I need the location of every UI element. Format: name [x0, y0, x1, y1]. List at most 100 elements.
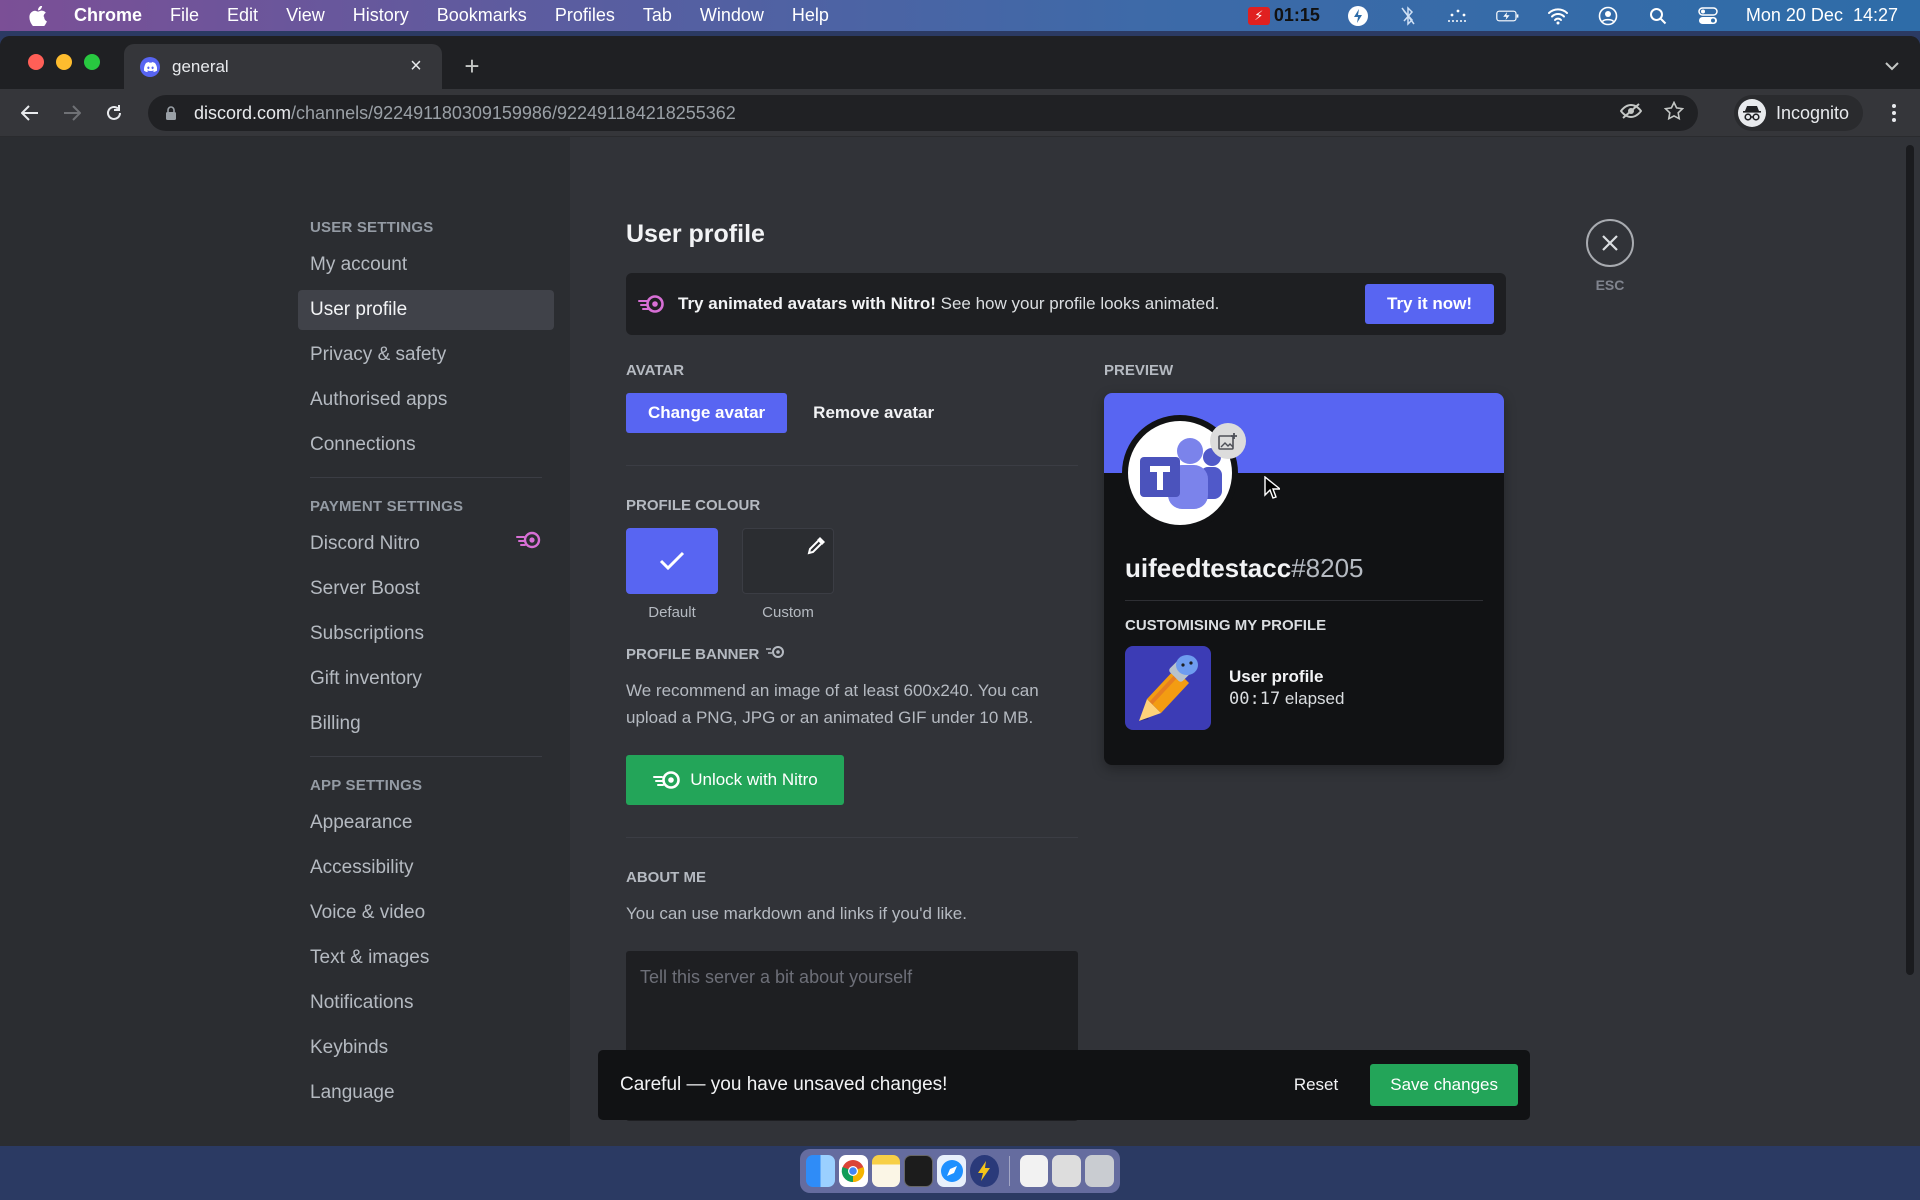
- page-scrollbar[interactable]: [1906, 145, 1914, 975]
- menu-file[interactable]: File: [170, 5, 199, 26]
- screenshot-thumbnail-icon[interactable]: [1052, 1155, 1082, 1187]
- sidebar-item-user-profile[interactable]: User profile: [298, 290, 554, 330]
- wifi-icon[interactable]: [1546, 5, 1570, 27]
- sidebar-item-notifications[interactable]: Notifications: [298, 983, 554, 1023]
- sidebar-item-accessibility[interactable]: Accessibility: [298, 848, 554, 888]
- document-icon[interactable]: [1019, 1155, 1049, 1187]
- elapsed-suffix: elapsed: [1280, 689, 1345, 708]
- nitro-upsell-banner: Try animated avatars with Nitro! See how…: [626, 273, 1506, 335]
- bluetooth-off-icon[interactable]: [1396, 5, 1420, 27]
- swatch-custom[interactable]: [742, 528, 834, 594]
- sidebar-item-server-boost[interactable]: Server Boost: [298, 569, 554, 609]
- menu-window[interactable]: Window: [700, 5, 764, 26]
- reload-button[interactable]: [96, 95, 132, 131]
- safari-icon[interactable]: [937, 1155, 966, 1187]
- menu-tab[interactable]: Tab: [643, 5, 672, 26]
- close-window-button[interactable]: [28, 54, 44, 70]
- sidebar-item-my-account[interactable]: My account: [298, 245, 554, 285]
- address-bar[interactable]: discord.com/channels/922491180309159986/…: [148, 95, 1698, 131]
- clock-datetime[interactable]: Mon 20 Dec 14:27: [1746, 5, 1898, 26]
- close-settings: ESC: [1586, 219, 1634, 293]
- sidebar-item-authorised-apps[interactable]: Authorised apps: [298, 380, 554, 420]
- swatch-default-label: Default: [648, 604, 696, 621]
- sidebar-item-label: My account: [310, 254, 408, 275]
- activity-elapsed: 00:17 elapsed: [1229, 689, 1344, 709]
- sidebar-item-keybinds[interactable]: Keybinds: [298, 1028, 554, 1068]
- terminal-icon[interactable]: [904, 1155, 934, 1187]
- sidebar-item-language[interactable]: Language: [298, 1073, 554, 1113]
- sidebar-item-appearance[interactable]: Appearance: [298, 803, 554, 843]
- menu-help[interactable]: Help: [792, 5, 829, 26]
- avatar-label: AVATAR: [626, 362, 685, 379]
- sidebar-item-billing[interactable]: Billing: [298, 704, 554, 744]
- discord-settings-page: USER SETTINGS My account User profile Pr…: [0, 137, 1920, 1146]
- bookmark-star-icon[interactable]: [1663, 100, 1685, 126]
- activity-item: User profile 00:17 elapsed: [1125, 646, 1483, 730]
- sidebar-item-connections[interactable]: Connections: [298, 425, 554, 465]
- chrome-icon[interactable]: [838, 1155, 868, 1187]
- unlock-with-nitro-label: Unlock with Nitro: [690, 770, 818, 789]
- trash-icon[interactable]: [1085, 1155, 1114, 1187]
- sidebar-item-label: Connections: [310, 434, 416, 455]
- nitro-icon: [653, 771, 681, 789]
- sidebar-item-subscriptions[interactable]: Subscriptions: [298, 614, 554, 654]
- menu-view[interactable]: View: [286, 5, 325, 26]
- maximize-window-button[interactable]: [84, 54, 100, 70]
- sidebar-item-gift-inventory[interactable]: Gift inventory: [298, 659, 554, 699]
- unlock-with-nitro-button[interactable]: Unlock with Nitro: [626, 755, 844, 805]
- swatch-custom-wrap: Custom: [742, 528, 834, 621]
- battery-charging-icon[interactable]: [1496, 5, 1520, 27]
- section-header-user-settings: USER SETTINGS: [310, 219, 434, 236]
- menu-history[interactable]: History: [353, 5, 409, 26]
- bolt-app-icon[interactable]: [1346, 5, 1370, 27]
- sidebar-item-label: Language: [310, 1082, 395, 1103]
- status-tray: ⚡ 01:15 Mon 20 Dec 14:27: [1247, 0, 1898, 31]
- apple-menu-icon[interactable]: [28, 5, 48, 26]
- screen-recording-indicator[interactable]: ⚡ 01:15: [1247, 5, 1320, 26]
- remove-avatar-button[interactable]: Remove avatar: [813, 403, 934, 423]
- swatch-default[interactable]: [626, 528, 718, 594]
- menu-app-name[interactable]: Chrome: [74, 5, 142, 26]
- user-account-icon[interactable]: [1596, 5, 1620, 27]
- spotlight-search-icon[interactable]: [1646, 5, 1670, 27]
- minimize-window-button[interactable]: [56, 54, 72, 70]
- menu-profiles[interactable]: Profiles: [555, 5, 615, 26]
- preview-body: uifeedtestacc#8205 CUSTOMISING MY PROFIL…: [1125, 553, 1483, 730]
- sidebar-item-discord-nitro[interactable]: Discord Nitro: [298, 524, 554, 564]
- bolt-app-dock-icon[interactable]: [969, 1155, 999, 1187]
- browser-tab-active[interactable]: general ×: [124, 44, 442, 89]
- tracking-blocked-eye-icon[interactable]: [1619, 102, 1643, 125]
- save-changes-button[interactable]: Save changes: [1370, 1064, 1518, 1106]
- lock-icon[interactable]: [162, 104, 180, 122]
- browser-menu-icon[interactable]: [1884, 99, 1904, 127]
- sidebar-item-text-images[interactable]: Text & images: [298, 938, 554, 978]
- window-controls: [28, 54, 100, 70]
- menu-edit[interactable]: Edit: [227, 5, 258, 26]
- preview-username: uifeedtestacc#8205: [1125, 553, 1483, 584]
- new-tab-button[interactable]: +: [458, 51, 486, 81]
- close-settings-button[interactable]: [1586, 219, 1634, 267]
- menu-bookmarks[interactable]: Bookmarks: [437, 5, 527, 26]
- try-it-now-button[interactable]: Try it now!: [1365, 284, 1494, 324]
- unsaved-message: Careful — you have unsaved changes!: [620, 1074, 948, 1095]
- tab-search-chevron-icon[interactable]: [1882, 56, 1902, 76]
- forward-button[interactable]: [54, 95, 90, 131]
- nitro-icon: [638, 293, 666, 315]
- nitro-icon: [516, 524, 542, 564]
- notes-icon[interactable]: [871, 1155, 901, 1187]
- back-button[interactable]: [12, 95, 48, 131]
- change-avatar-button[interactable]: Change avatar: [626, 393, 788, 433]
- control-center-icon[interactable]: [1696, 5, 1720, 27]
- finder-icon[interactable]: [806, 1155, 835, 1187]
- incognito-icon: [1738, 99, 1766, 127]
- nitro-banner-text: Try animated avatars with Nitro! See how…: [678, 294, 1365, 314]
- tab-close-icon[interactable]: ×: [406, 55, 426, 77]
- url-path: /channels/922491180309159986/92249118421…: [291, 102, 736, 123]
- sidebar-item-privacy-safety[interactable]: Privacy & safety: [298, 335, 554, 375]
- reset-button[interactable]: Reset: [1294, 1075, 1338, 1095]
- sidebar-item-label: Server Boost: [310, 578, 420, 599]
- upload-image-icon[interactable]: [1210, 423, 1246, 459]
- incognito-profile-button[interactable]: Incognito: [1734, 95, 1864, 131]
- dots-menu-icon[interactable]: [1446, 5, 1470, 27]
- sidebar-item-voice-video[interactable]: Voice & video: [298, 893, 554, 933]
